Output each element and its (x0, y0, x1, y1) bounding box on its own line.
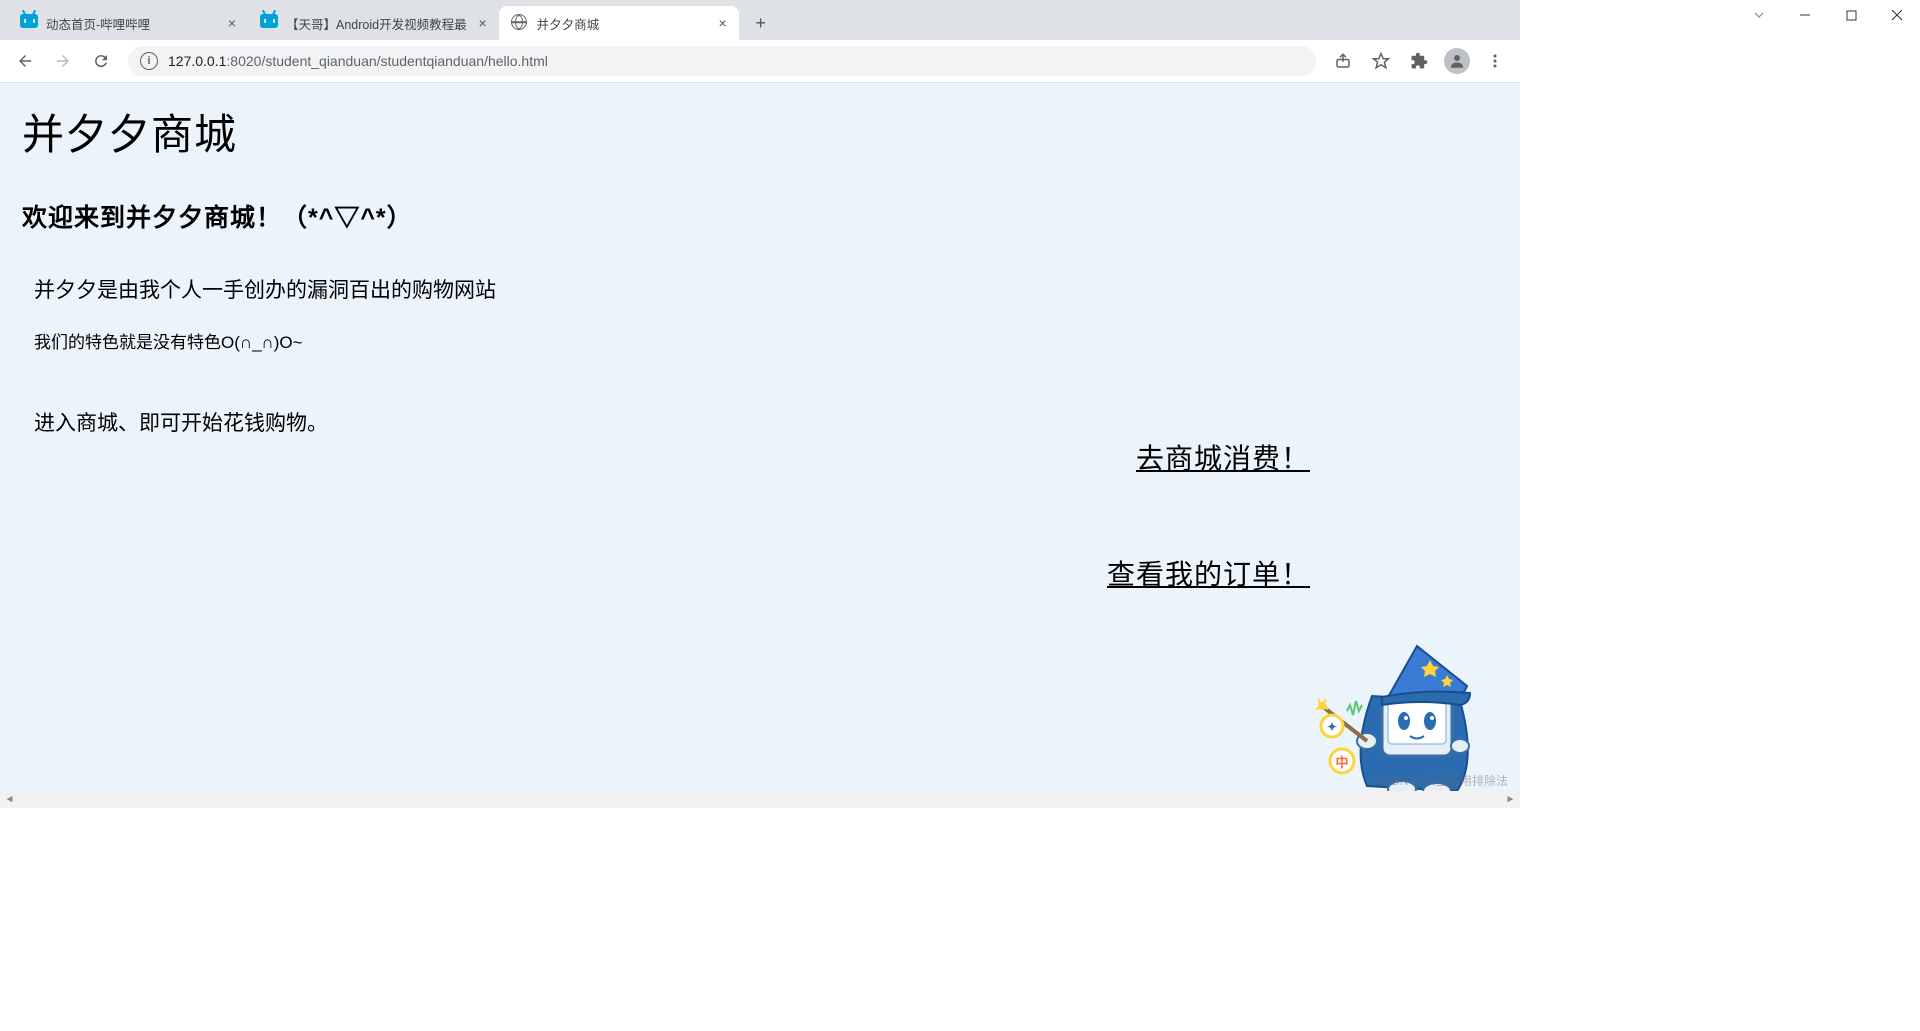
paragraph-feature: 我们的特色就是没有特色O(∩_∩)O~ (34, 328, 1498, 353)
url-text: 127.0.0.1:8020/student_qianduan/studentq… (168, 53, 1304, 69)
content-body: 并夕夕是由我个人一手创办的漏洞百出的购物网站 我们的特色就是没有特色O(∩_∩)… (22, 274, 1498, 437)
tab-android-tutorial[interactable]: 【天哥】Android开发视频教程最 × (248, 6, 499, 40)
menu-icon[interactable] (1478, 44, 1512, 78)
paragraph-cta: 进入商城、即可开始花钱购物。 (34, 407, 1498, 437)
window-dropdown[interactable] (1736, 0, 1782, 30)
horizontal-scrollbar[interactable]: ◄ ► (0, 791, 1520, 808)
site-info-icon[interactable]: i (140, 52, 158, 70)
tab-title: 动态首页-哔哩哔哩 (46, 14, 216, 33)
window-minimize[interactable] (1782, 0, 1828, 30)
window-maximize[interactable] (1828, 0, 1874, 30)
address-bar[interactable]: i 127.0.0.1:8020/student_qianduan/studen… (128, 46, 1316, 76)
browser-chrome: 动态首页-哔哩哔哩 × 【天哥】Android开发视频教程最 × 并夕夕商城 ×… (0, 0, 1520, 83)
go-shopping-link[interactable]: 去商城消费！ (1136, 443, 1310, 474)
scroll-left-arrow[interactable]: ◄ (1, 791, 18, 808)
window-controls (1736, 0, 1920, 32)
share-icon[interactable] (1326, 44, 1360, 78)
reload-button[interactable] (84, 44, 118, 78)
window-close[interactable] (1874, 0, 1920, 30)
bookmark-icon[interactable] (1364, 44, 1398, 78)
bilibili-icon (260, 14, 278, 32)
watermark-text: CSDN @人生要用排除法 (1374, 772, 1508, 789)
svg-text:中: 中 (1335, 755, 1348, 770)
my-orders-link[interactable]: 查看我的订单！ (1107, 559, 1310, 590)
scroll-right-arrow[interactable]: ► (1502, 791, 1519, 808)
tab-title: 并夕夕商城 (537, 14, 707, 33)
forward-button[interactable] (46, 44, 80, 78)
back-button[interactable] (8, 44, 42, 78)
close-icon[interactable]: × (475, 15, 491, 31)
close-icon[interactable]: × (224, 15, 240, 31)
page-content: 并夕夕商城 欢迎来到并夕夕商城！（*^▽^*） 并夕夕是由我个人一手创办的漏洞百… (0, 83, 1520, 791)
tab-bilibili-home[interactable]: 动态首页-哔哩哔哩 × (8, 6, 248, 40)
toolbar-icons (1326, 44, 1512, 78)
profile-avatar[interactable] (1440, 44, 1474, 78)
bilibili-icon (20, 14, 38, 32)
extensions-icon[interactable] (1402, 44, 1436, 78)
globe-icon (511, 14, 529, 32)
paragraph-intro: 并夕夕是由我个人一手创办的漏洞百出的购物网站 (34, 274, 1498, 304)
new-tab-button[interactable]: + (747, 9, 775, 37)
close-icon[interactable]: × (715, 15, 731, 31)
page-title: 并夕夕商城 (22, 101, 1498, 162)
tab-bingxixi-mall[interactable]: 并夕夕商城 × (499, 6, 739, 40)
link-go-shopping: 去商城消费！ (1136, 437, 1310, 477)
page-subtitle: 欢迎来到并夕夕商城！（*^▽^*） (22, 198, 1498, 234)
svg-text:✦: ✦ (1327, 720, 1337, 734)
mascot-wizard-icon: ✦ 中 (1312, 621, 1492, 791)
tab-title: 【天哥】Android开发视频教程最 (286, 14, 467, 33)
tab-strip: 动态首页-哔哩哔哩 × 【天哥】Android开发视频教程最 × 并夕夕商城 ×… (0, 0, 1520, 40)
link-my-orders: 查看我的订单！ (1107, 553, 1310, 593)
address-row: i 127.0.0.1:8020/student_qianduan/studen… (0, 40, 1520, 83)
